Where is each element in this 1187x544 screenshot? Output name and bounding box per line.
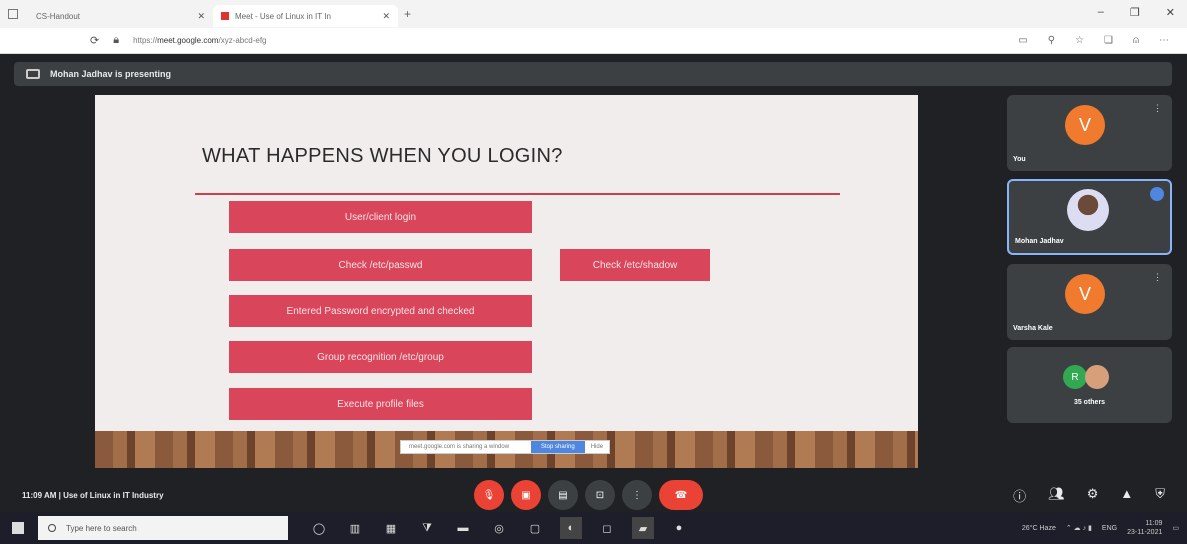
zoom-icon[interactable]: ⚲ [1048,35,1055,46]
tab-title: CS-Handout [36,11,81,21]
participant-name: Mohan Jadhav [1015,238,1064,245]
lock-app-icon[interactable]: ▢ [524,517,546,539]
tray-icons[interactable]: ⌃ ☁ ♪ ▮ [1066,524,1092,532]
maximize-button[interactable]: ❐ [1130,6,1140,19]
close-icon[interactable]: ✕ [197,11,205,22]
url-field[interactable]: https://meet.google.com/xyz-abcd-efg [133,36,266,45]
photos-icon[interactable]: ▰ [632,517,654,539]
address-bar: ⟳ 🔒︎ https://meet.google.com/xyz-abcd-ef… [0,28,1187,54]
presenting-banner: Mohan Jadhav is presenting [14,62,1172,86]
captions-button[interactable]: ▤ [548,480,578,510]
close-icon[interactable]: ✕ [382,11,390,22]
weather-text[interactable]: 26°C Haze [1022,525,1056,532]
close-window-button[interactable]: ✕ [1166,6,1175,19]
tab-title: Meet - Use of Linux in IT In [235,11,331,21]
chrome-icon[interactable]: ◎ [488,517,510,539]
slide-divider [195,193,840,195]
vscode-icon[interactable]: ⧩ [416,517,438,539]
slide-box: Execute profile files [229,388,532,420]
lock-icon[interactable]: 🔒︎ [113,34,119,47]
meet-area: Mohan Jadhav is presenting WHAT HAPPENS … [0,54,1187,512]
info-icon[interactable]: ⓘ [1013,486,1026,505]
profile-icon[interactable]: ⍝ [1133,35,1139,46]
taskbar-search[interactable]: Type here to search [38,516,288,540]
search-placeholder: Type here to search [66,523,137,533]
refresh-icon[interactable]: ⟳ [90,34,99,47]
more-options-icon[interactable]: ⋮ [1153,103,1162,114]
sharing-text: meet.google.com is sharing a window [409,444,510,450]
slide-box: Entered Password encrypted and checked [229,295,532,327]
slide-title: WHAT HAPPENS WHEN YOU LOGIN? [202,145,563,167]
task-view-icon[interactable]: ◯ [308,517,330,539]
new-tab-button[interactable]: + [404,7,411,21]
security-icon[interactable]: ⛨ [1155,486,1165,505]
participant-tile[interactable]: V ⋮ Varsha Kale [1007,264,1172,340]
stop-sharing-button[interactable]: Stop sharing [531,441,585,453]
host-controls-icon[interactable]: ▲ [1120,486,1133,505]
taskbar-apps: ◯ ▥ ▦ ⧩ ▬ ◎ ▢ ◐ ◻ ▰ ● [308,517,690,539]
activities-icon[interactable]: ⚙︎ [1087,486,1099,505]
meeting-info: 11:09 AM | Use of Linux in IT Industry [22,490,164,500]
meet-control-bar: 11:09 AM | Use of Linux in IT Industry 🎙… [0,478,1187,512]
office-icon[interactable]: ◻ [596,517,618,539]
start-button[interactable] [12,522,24,534]
notification-icon[interactable]: ▭ [1172,524,1179,532]
slide-box: Check /etc/passwd [229,249,532,281]
call-controls: 🎙︎ ▣ ▤ ⊡ ⋮ ☎︎ [474,480,703,510]
more-options-button[interactable]: ⋮ [622,480,652,510]
camera-icon[interactable]: ▭ [1018,35,1027,46]
minimize-button[interactable]: – [1098,6,1104,19]
participant-name: You [1013,156,1026,163]
app-icon[interactable]: ● [668,517,690,539]
participant-tile-you[interactable]: V ⋮ You [1007,95,1172,171]
participant-name: Varsha Kale [1013,325,1053,332]
search-icon [48,524,56,532]
avatar: V [1065,274,1105,314]
leave-call-button[interactable]: ☎︎ [659,480,703,510]
file-explorer-icon[interactable]: ▬ [452,517,474,539]
widgets-icon[interactable]: ▥ [344,517,366,539]
sharing-bar: meet.google.com is sharing a window Stop… [400,440,611,454]
present-button[interactable]: ⊡ [585,480,615,510]
meet-favicon-icon [221,12,229,20]
avatar [1085,365,1109,389]
browser-tab-bar: CS-Handout ✕ Meet - Use of Linux in IT I… [0,0,1187,28]
slide-box: User/client login [229,201,532,233]
browser-toolbar: ▭ ⚲ ☆ ❏ ⍝ ⋯ [1018,35,1169,46]
presenting-text: Mohan Jadhav is presenting [50,69,172,79]
more-options-icon[interactable]: ⋮ [1153,272,1162,283]
edge-icon[interactable]: ◐ [560,517,582,539]
windows-taskbar: Type here to search ◯ ▥ ▦ ⧩ ▬ ◎ ▢ ◐ ◻ ▰ … [0,512,1187,544]
camera-off-button[interactable]: ▣ [511,480,541,510]
more-menu-icon[interactable]: ⋯ [1159,35,1169,46]
window-controls: – ❐ ✕ [1098,6,1175,19]
speaking-indicator-icon [1150,187,1164,201]
collections-icon[interactable]: ❏ [1104,35,1113,46]
clock[interactable]: 11:09 23-11-2021 [1127,519,1162,537]
people-icon[interactable]: 👥︎ [1048,486,1065,505]
avatar: R [1063,365,1087,389]
slide-box: Check /etc/shadow [560,249,710,281]
avatar [1067,189,1109,231]
present-screen-icon [26,69,40,79]
hide-button[interactable]: Hide [585,444,609,450]
language-indicator[interactable]: ENG [1102,525,1117,532]
mic-off-button[interactable]: 🎙︎ [474,480,504,510]
store-icon[interactable]: ▦ [380,517,402,539]
others-count: 35 others [1073,399,1106,406]
tab-meet[interactable]: Meet - Use of Linux in IT In ✕ [213,5,398,27]
slide-box: Group recognition /etc/group [229,341,532,373]
tab-cs-handout[interactable]: CS-Handout ✕ [28,5,213,27]
side-controls: ⓘ 👥︎ ⚙︎ ▲ ⛨ [1013,486,1165,505]
avatar: V [1065,105,1105,145]
system-tray: 26°C Haze ⌃ ☁ ♪ ▮ ENG 11:09 23-11-2021 ▭ [1022,519,1179,537]
participant-tile-presenter[interactable]: Mohan Jadhav [1007,179,1172,255]
shared-screen: WHAT HAPPENS WHEN YOU LOGIN? User/client… [95,95,918,468]
participant-tile-others[interactable]: R 35 others [1007,347,1172,423]
tab-actions-icon[interactable] [8,9,18,19]
favorite-star-icon[interactable]: ☆ [1075,35,1084,46]
